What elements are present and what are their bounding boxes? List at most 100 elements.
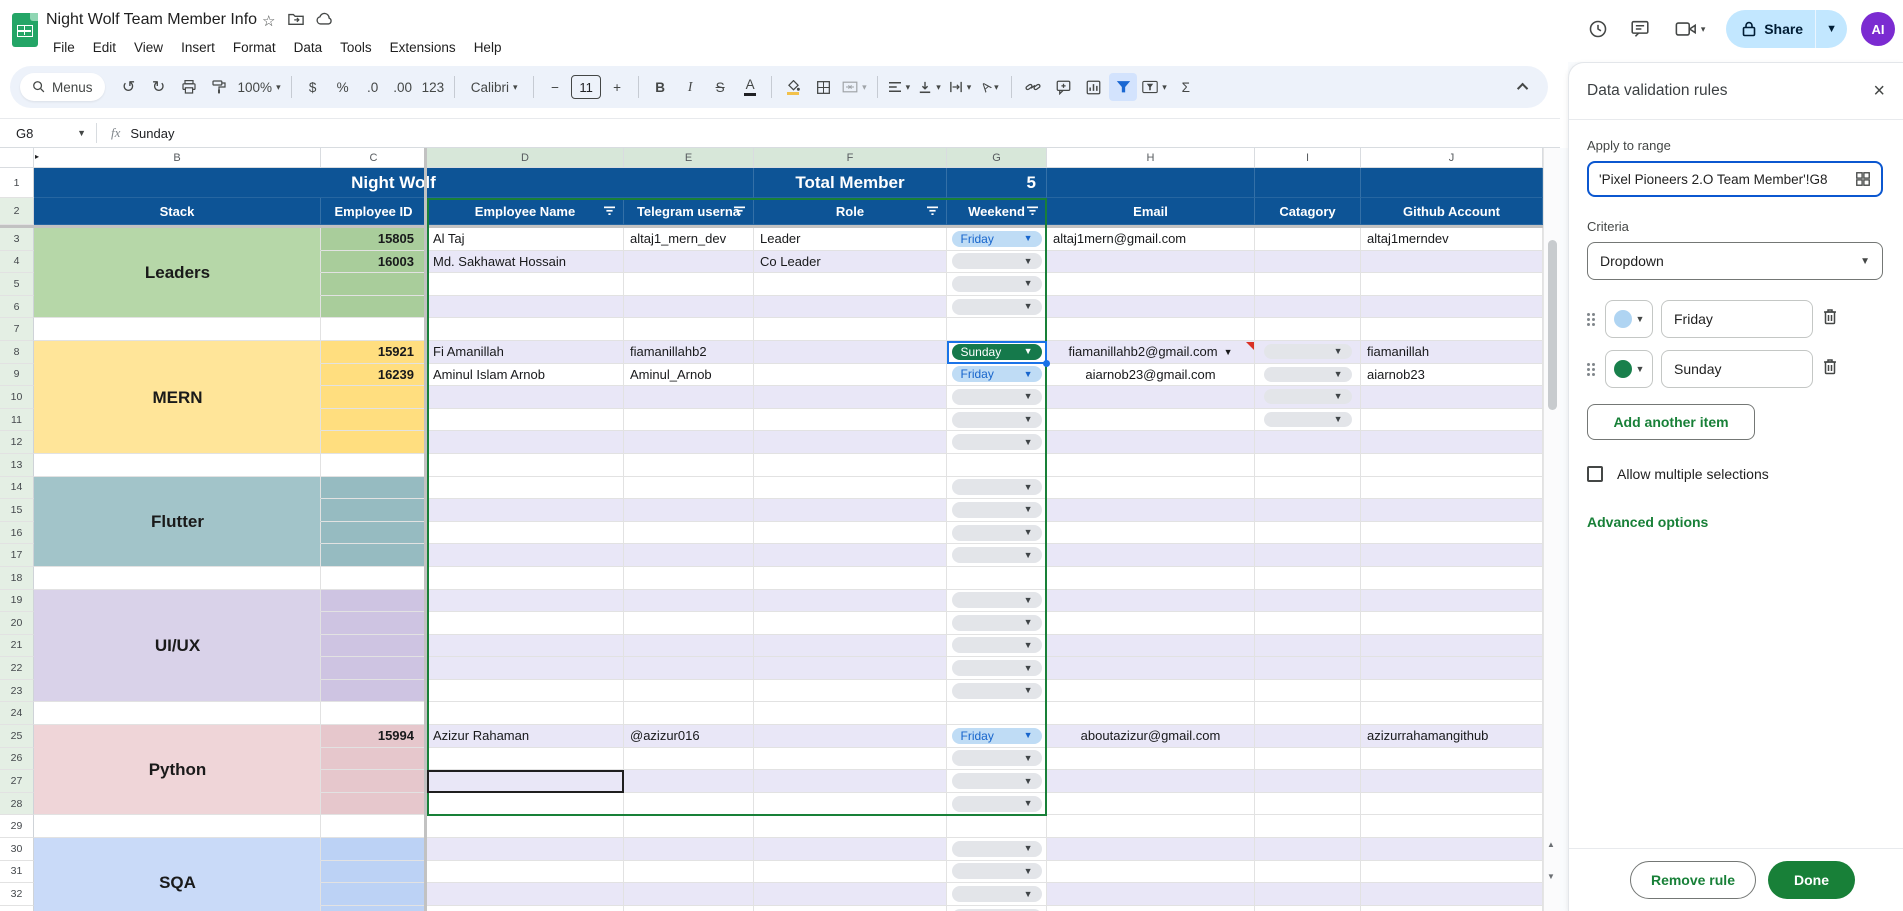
- column-header-B[interactable]: ▸B: [34, 148, 321, 168]
- menu-data[interactable]: Data: [287, 38, 330, 57]
- cell[interactable]: [754, 680, 947, 703]
- cell[interactable]: [1047, 567, 1255, 590]
- item-value-input[interactable]: Friday: [1661, 300, 1813, 338]
- column-header-E[interactable]: E: [624, 148, 754, 168]
- cell[interactable]: [754, 793, 947, 816]
- weekend-dropdown-chip[interactable]: ▼: [952, 434, 1042, 450]
- cell[interactable]: aboutazizur@gmail.com: [1047, 725, 1255, 748]
- cell[interactable]: [754, 409, 947, 432]
- row-header[interactable]: 8: [0, 341, 34, 364]
- cell[interactable]: [321, 431, 427, 454]
- weekend-dropdown-chip[interactable]: ▼: [952, 683, 1042, 699]
- decrease-font-button[interactable]: −: [541, 73, 569, 101]
- cell[interactable]: [34, 273, 321, 296]
- cell[interactable]: [624, 409, 754, 432]
- column-header-C[interactable]: C: [321, 148, 427, 168]
- redo-button[interactable]: ↻: [145, 73, 173, 101]
- cell[interactable]: [427, 680, 624, 703]
- cell[interactable]: [34, 590, 321, 613]
- menu-help[interactable]: Help: [467, 38, 509, 57]
- cell[interactable]: 16239: [321, 364, 427, 387]
- cloud-status-icon[interactable]: [316, 12, 334, 30]
- cell[interactable]: [1361, 612, 1543, 635]
- cell[interactable]: [427, 386, 624, 409]
- weekend-dropdown-chip[interactable]: ▼: [952, 412, 1042, 428]
- move-folder-icon[interactable]: [288, 12, 304, 30]
- cell[interactable]: [1255, 544, 1361, 567]
- cell[interactable]: [1047, 702, 1255, 725]
- column-header-D[interactable]: D: [427, 148, 624, 168]
- cell[interactable]: [34, 364, 321, 387]
- cell[interactable]: ▼: [1255, 386, 1361, 409]
- cell[interactable]: [1361, 567, 1543, 590]
- cell[interactable]: fiamanillah: [1361, 341, 1543, 364]
- category-dropdown-chip[interactable]: ▼: [1264, 412, 1352, 427]
- cell[interactable]: [1255, 725, 1361, 748]
- italic-button[interactable]: I: [676, 73, 704, 101]
- cell[interactable]: [624, 544, 754, 567]
- cell[interactable]: ▼: [947, 499, 1047, 522]
- row-header[interactable]: 30: [0, 838, 34, 861]
- cell[interactable]: [1361, 409, 1543, 432]
- insert-link-button[interactable]: [1019, 73, 1047, 101]
- cell[interactable]: [1361, 273, 1543, 296]
- cell[interactable]: [34, 770, 321, 793]
- banner-total-label[interactable]: Total Member: [754, 168, 947, 198]
- cell[interactable]: [321, 680, 427, 703]
- cell[interactable]: [624, 431, 754, 454]
- cell[interactable]: ▼: [947, 522, 1047, 545]
- item-value-input[interactable]: Sunday: [1661, 350, 1813, 388]
- cell[interactable]: [321, 590, 427, 613]
- cell[interactable]: [34, 635, 321, 658]
- row-header[interactable]: 6: [0, 296, 34, 319]
- cell[interactable]: Aminul Islam Arnob: [427, 364, 624, 387]
- weekend-dropdown-chip[interactable]: ▼: [952, 299, 1042, 315]
- sheets-logo-icon[interactable]: [12, 13, 38, 47]
- column-title-telegram-userna[interactable]: Telegram userna: [624, 198, 754, 225]
- row-header[interactable]: 7: [0, 318, 34, 341]
- weekend-dropdown-chip[interactable]: ▼: [952, 502, 1042, 518]
- cell[interactable]: [34, 228, 321, 251]
- row-header[interactable]: 22: [0, 657, 34, 680]
- font-size-input[interactable]: 11: [571, 75, 601, 99]
- cell[interactable]: [34, 477, 321, 500]
- cell[interactable]: [624, 680, 754, 703]
- row-header[interactable]: 29: [0, 815, 34, 838]
- cell[interactable]: Fi Amanillah: [427, 341, 624, 364]
- meet-video-icon[interactable]: ▾: [1668, 15, 1712, 43]
- cell[interactable]: [1255, 702, 1361, 725]
- cell[interactable]: [321, 477, 427, 500]
- vertical-align-button[interactable]: [915, 73, 944, 101]
- weekend-dropdown-chip[interactable]: ▼: [952, 750, 1042, 766]
- cell[interactable]: 16003: [321, 251, 427, 274]
- cell[interactable]: [427, 770, 624, 793]
- cell[interactable]: [34, 906, 321, 911]
- weekend-dropdown-chip[interactable]: Friday▼: [952, 231, 1042, 247]
- cell[interactable]: [1047, 770, 1255, 793]
- category-dropdown-chip[interactable]: ▼: [1264, 389, 1352, 404]
- insert-chart-button[interactable]: [1079, 73, 1107, 101]
- cell[interactable]: [1361, 590, 1543, 613]
- cell[interactable]: [34, 386, 321, 409]
- criteria-select[interactable]: Dropdown▼: [1587, 242, 1883, 280]
- row-header[interactable]: 10: [0, 386, 34, 409]
- cell[interactable]: [1255, 477, 1361, 500]
- row-header[interactable]: 12: [0, 431, 34, 454]
- text-rotation-button[interactable]: A: [976, 73, 1004, 101]
- cell[interactable]: [624, 590, 754, 613]
- drag-handle-icon[interactable]: [1587, 313, 1595, 326]
- cell[interactable]: [1047, 431, 1255, 454]
- cell[interactable]: [754, 838, 947, 861]
- cell[interactable]: [1255, 499, 1361, 522]
- cell[interactable]: [321, 657, 427, 680]
- weekend-dropdown-chip[interactable]: Friday▼: [952, 728, 1042, 744]
- name-box[interactable]: G8▼: [0, 126, 96, 141]
- formula-input[interactable]: Sunday: [130, 126, 174, 141]
- cell[interactable]: [427, 590, 624, 613]
- weekend-dropdown-chip[interactable]: ▼: [952, 841, 1042, 857]
- cell[interactable]: [427, 635, 624, 658]
- cell[interactable]: [34, 296, 321, 319]
- cell[interactable]: [1047, 815, 1255, 838]
- cell[interactable]: [1255, 251, 1361, 274]
- cell[interactable]: [1361, 635, 1543, 658]
